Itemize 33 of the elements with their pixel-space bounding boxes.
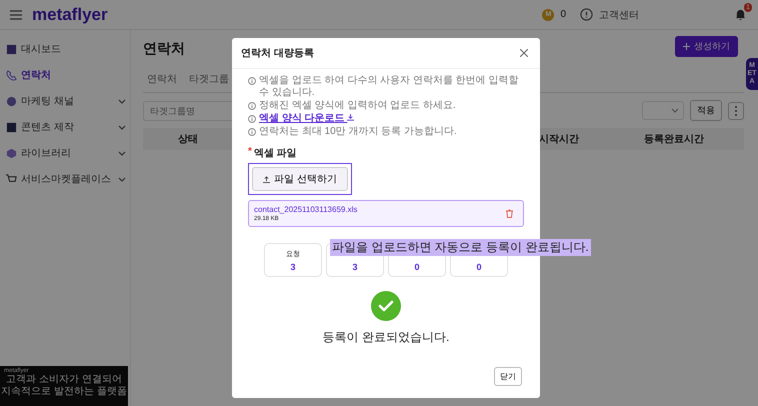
points-count: 0: [560, 9, 566, 20]
close-button[interactable]: 닫기: [494, 367, 522, 386]
stat-value: 3: [290, 262, 296, 272]
modal-title: 연락처 대량등록: [241, 47, 314, 60]
stat-value: 0: [414, 262, 420, 272]
sidebar-item[interactable]: 콘텐츠 제작: [0, 116, 130, 138]
column-header: 상태: [177, 133, 199, 146]
column-header: 등록완료시간: [643, 133, 705, 146]
required-mark: *: [248, 146, 252, 159]
tab[interactable]: 타겟그룹: [189, 72, 229, 88]
sidebar-item[interactable]: 라이브러리: [0, 142, 130, 164]
success-message: 등록이 완료되었습니다.: [322, 329, 450, 346]
promo-text: 고객과 소비자가 연결되어: [6, 374, 122, 386]
stat-value: 3: [352, 262, 358, 272]
logo[interactable]: metaflyer: [32, 4, 108, 24]
column-header: 시작시간: [538, 133, 580, 146]
info-text: 엑셀을 업로드 하여 다수의 사용자 연락처를 한번에 입력할 수 있습니다.: [259, 75, 520, 99]
caption-overlay: 파일을 업로드하면 자동으로 등록이 완료됩니다.: [330, 239, 591, 256]
file-select-button[interactable]: 파일 선택하기: [252, 167, 348, 191]
sidebar-item[interactable]: 마케팅 채널: [0, 90, 130, 112]
create-button[interactable]: 생성하기: [675, 36, 738, 57]
sidebar-item[interactable]: 연락처: [0, 64, 130, 86]
sidebar-item[interactable]: 대시보드: [0, 38, 130, 60]
tab[interactable]: 연락처: [147, 72, 177, 88]
page-title: 연락처: [143, 40, 185, 58]
help-link[interactable]: 고객센터: [599, 8, 639, 22]
file-name: contact_20251103113659.xls: [254, 205, 358, 214]
field-label: 엑셀 파일: [254, 147, 297, 160]
apply-button[interactable]: 적용: [690, 100, 722, 121]
stat-value: 0: [476, 262, 482, 272]
promo-text: 지속적으로 발전하는 플랫폼: [1, 386, 127, 398]
sidebar-item[interactable]: 서비스마켓플레이스: [0, 168, 130, 190]
info-text: 연락처는 최대 10만 개까지 등록 가능합니다.: [259, 126, 457, 138]
